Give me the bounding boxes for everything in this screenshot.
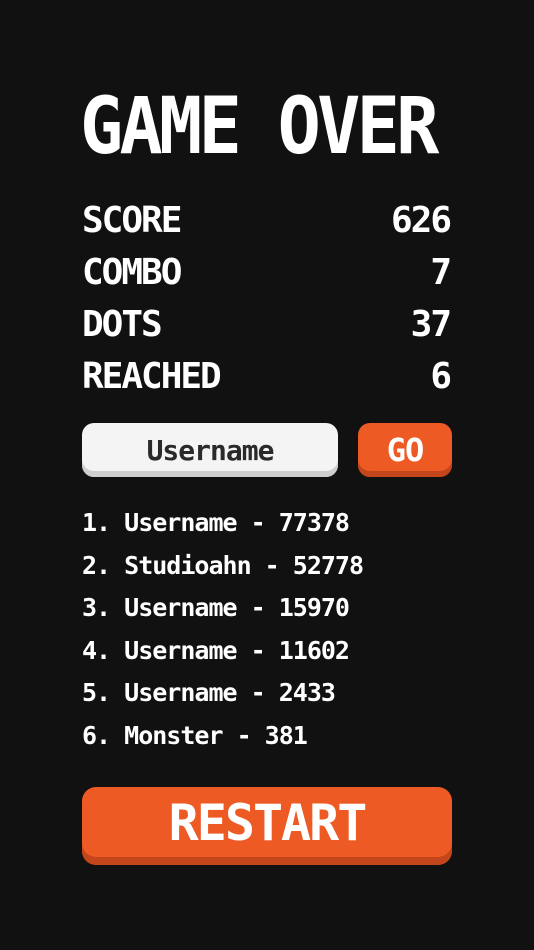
stat-row-combo: COMBO 7 bbox=[82, 246, 452, 298]
stat-label-score: SCORE bbox=[82, 199, 182, 241]
stats-panel: SCORE 626 COMBO 7 DOTS 37 REACHED 6 bbox=[82, 194, 452, 402]
username-field[interactable] bbox=[82, 423, 338, 477]
game-over-title: GAME OVER bbox=[80, 82, 439, 172]
leaderboard-entry: 4. Username - 11602 bbox=[82, 635, 350, 665]
stat-label-dots: DOTS bbox=[82, 303, 163, 345]
stat-row-dots: DOTS 37 bbox=[82, 298, 452, 350]
stat-value-dots: 37 bbox=[410, 303, 452, 345]
stat-row-score: SCORE 626 bbox=[82, 194, 452, 246]
leaderboard-entry: 6. Monster - 381 bbox=[82, 720, 308, 750]
restart-button[interactable]: RESTART bbox=[82, 787, 452, 865]
username-input[interactable] bbox=[98, 432, 322, 468]
stat-value-combo: 7 bbox=[430, 251, 452, 293]
leaderboard-entry: 5. Username - 2433 bbox=[82, 678, 336, 707]
stat-row-reached: REACHED 6 bbox=[82, 350, 452, 402]
stat-label-reached: REACHED bbox=[82, 355, 222, 397]
leaderboard: 1. Username - 77378 2. Studioahn - 52778… bbox=[82, 502, 462, 757]
stat-value-reached: 6 bbox=[430, 355, 452, 397]
stat-label-combo: COMBO bbox=[82, 251, 182, 293]
leaderboard-entry: 2. Studioahn - 52778 bbox=[82, 550, 364, 580]
stat-value-score: 626 bbox=[390, 199, 452, 241]
leaderboard-entry: 1. Username - 77378 bbox=[82, 508, 350, 537]
go-button[interactable]: GO bbox=[358, 423, 452, 477]
leaderboard-entry: 3. Username - 15970 bbox=[82, 593, 350, 622]
